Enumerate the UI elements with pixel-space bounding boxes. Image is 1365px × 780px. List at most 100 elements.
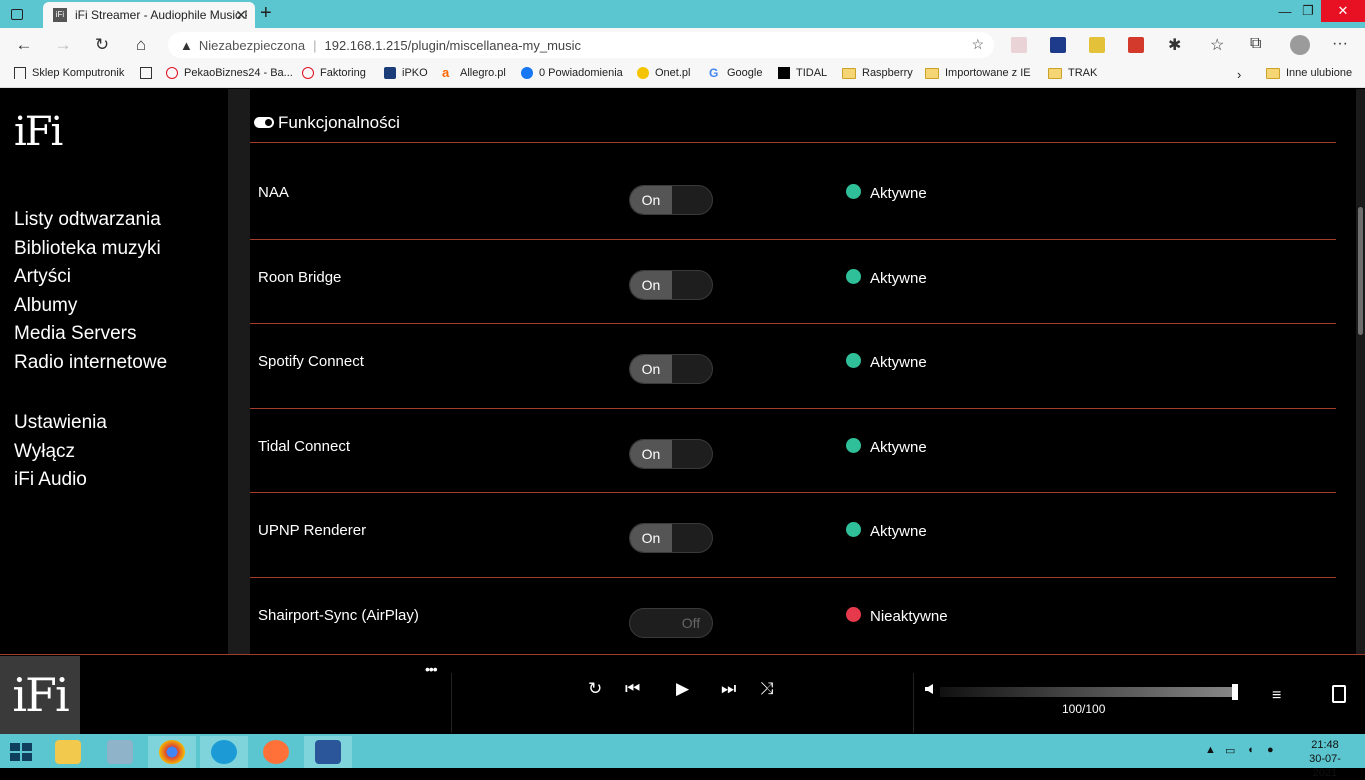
next-track-icon[interactable]: ⏭ bbox=[721, 679, 736, 699]
extension-translate-icon[interactable] bbox=[1050, 37, 1066, 53]
extensions-puzzle-icon[interactable]: ✱ bbox=[1168, 35, 1181, 55]
window-close-icon[interactable]: ✕ bbox=[1321, 0, 1365, 22]
feature-status: Aktywne bbox=[846, 437, 927, 456]
feature-toggle[interactable]: On bbox=[629, 438, 713, 469]
feature-status: Aktywne bbox=[846, 353, 927, 371]
menu-item-albums[interactable]: Albumy bbox=[14, 292, 167, 321]
volume-slider[interactable] bbox=[940, 684, 1238, 700]
menu-item-ifi-audio[interactable]: iFi Audio bbox=[14, 466, 107, 495]
collections-icon[interactable]: ⧉ bbox=[1250, 35, 1261, 53]
library-icon[interactable] bbox=[1332, 685, 1346, 703]
section-header: Funkcjonalności bbox=[250, 107, 1336, 143]
volume-knob[interactable] bbox=[1232, 684, 1238, 700]
toggle-on-label: On bbox=[630, 524, 672, 552]
feature-row: Shairport-Sync (AirPlay) Off Nieaktywne bbox=[250, 578, 1336, 655]
address-bar[interactable]: ▲ Niezabezpieczona | 192.168.1.215/plugi… bbox=[168, 32, 994, 58]
menu-item-shutdown[interactable]: Wyłącz bbox=[14, 438, 107, 467]
bookmark-item[interactable]: iPKO bbox=[384, 67, 428, 79]
status-dot bbox=[846, 606, 861, 622]
word-app-icon[interactable] bbox=[304, 736, 352, 768]
speaker-icon[interactable]: ◖ bbox=[1247, 744, 1254, 756]
clock-date: 30-07-2021 bbox=[1309, 753, 1341, 779]
toggle-icon bbox=[254, 117, 274, 128]
page-icon bbox=[140, 67, 152, 79]
forward-icon[interactable]: → bbox=[53, 35, 73, 55]
feature-name: Roon Bridge bbox=[258, 268, 342, 286]
feature-toggle[interactable]: On bbox=[629, 269, 713, 300]
edge-app-icon[interactable] bbox=[200, 736, 248, 768]
shuffle-icon[interactable]: ⤨ bbox=[760, 679, 774, 699]
window-restore-icon[interactable]: ❐ bbox=[1296, 0, 1320, 22]
network-icon[interactable]: ▭ bbox=[1225, 744, 1235, 757]
bookmark-item[interactable] bbox=[140, 67, 158, 79]
feature-toggle[interactable]: On bbox=[629, 354, 713, 384]
tab-title: iFi Streamer - Audiophile Music P bbox=[75, 8, 247, 22]
feature-toggle[interactable]: On bbox=[629, 185, 713, 215]
url-text: 192.168.1.215/plugin/miscellanea-my_musi… bbox=[324, 37, 582, 53]
album-cover[interactable]: iFi bbox=[0, 656, 80, 735]
status-dot bbox=[846, 184, 861, 199]
extension-pinterest-icon[interactable] bbox=[1128, 37, 1144, 53]
volume-fill bbox=[940, 687, 1238, 697]
bookmark-item[interactable]: Sklep Komputronik bbox=[14, 67, 124, 79]
queue-icon[interactable]: ≡ bbox=[1272, 687, 1281, 705]
bookmark-folder[interactable]: Inne ulubione bbox=[1266, 67, 1352, 79]
menu-item-settings[interactable]: Ustawienia bbox=[14, 409, 107, 438]
feature-toggle[interactable]: On bbox=[629, 523, 713, 553]
more-options-icon[interactable]: ••• bbox=[425, 661, 438, 677]
bookmark-folder[interactable]: Raspberry bbox=[842, 67, 913, 79]
bookmark-folder[interactable]: Importowane z IE bbox=[925, 67, 1031, 79]
repeat-icon[interactable]: ↻ bbox=[588, 679, 602, 699]
menu-item-playlists[interactable]: Listy odtwarzania bbox=[14, 206, 167, 235]
pko-icon bbox=[384, 67, 396, 79]
chrome-app-icon[interactable] bbox=[148, 736, 196, 768]
menu-item-internet-radio[interactable]: Radio internetowe bbox=[14, 349, 167, 378]
bookmark-item[interactable]: PekaoBiznes24 - Ba... bbox=[166, 67, 293, 79]
extension-pdf-icon[interactable] bbox=[1011, 37, 1027, 53]
more-menu-icon[interactable]: ··· bbox=[1332, 35, 1348, 53]
scrollbar-thumb[interactable] bbox=[1358, 207, 1363, 335]
volume-icon[interactable] bbox=[925, 684, 934, 694]
clock-time: 21:48 bbox=[1311, 739, 1339, 751]
menu-item-artists[interactable]: Artyści bbox=[14, 263, 167, 292]
firefox-app-icon[interactable] bbox=[252, 736, 300, 768]
bookmark-item[interactable]: a Allegro.pl bbox=[442, 66, 506, 79]
bookmark-item[interactable]: 0 Powiadomienia bbox=[521, 67, 623, 79]
favorites-icon[interactable]: ☆ bbox=[1210, 35, 1224, 55]
tab-actions-icon[interactable] bbox=[8, 5, 26, 23]
status-text: Aktywne bbox=[870, 438, 927, 456]
secondary-menu: Ustawienia Wyłącz iFi Audio bbox=[14, 409, 107, 495]
profile-avatar[interactable] bbox=[1290, 35, 1310, 55]
play-icon[interactable]: ▶ bbox=[676, 679, 689, 699]
extension-js-icon[interactable] bbox=[1089, 37, 1105, 53]
feature-status: Nieaktywne bbox=[846, 606, 948, 625]
page-scrollbar[interactable] bbox=[1356, 89, 1365, 654]
bookmark-item[interactable]: G Google bbox=[709, 67, 762, 79]
bookmarks-overflow-chevron-icon[interactable]: › bbox=[1237, 67, 1241, 82]
home-icon[interactable]: ⌂ bbox=[131, 35, 151, 55]
ifi-logo[interactable]: iFi bbox=[14, 109, 63, 155]
security-tray-icon[interactable]: ● bbox=[1267, 744, 1274, 756]
menu-item-media-servers[interactable]: Media Servers bbox=[14, 320, 167, 349]
bookmark-item[interactable]: TIDAL bbox=[778, 67, 827, 79]
volume-readout: 100/100 bbox=[1062, 702, 1106, 716]
menu-item-music-library[interactable]: Biblioteka muzyki bbox=[14, 235, 167, 264]
tray-overflow-icon[interactable]: ▲ bbox=[1205, 744, 1216, 756]
file-explorer-app-icon[interactable] bbox=[44, 736, 92, 768]
browser-tab[interactable]: iFi iFi Streamer - Audiophile Music P ✕ bbox=[43, 2, 255, 28]
facebook-icon bbox=[521, 67, 533, 79]
reload-icon[interactable]: ↻ bbox=[92, 35, 112, 55]
tab-close-icon[interactable]: ✕ bbox=[235, 7, 247, 24]
control-panel-app-icon[interactable] bbox=[96, 736, 144, 768]
favorite-star-icon[interactable]: ☆ bbox=[971, 36, 984, 53]
bookmark-item[interactable]: Faktoring bbox=[302, 67, 366, 79]
previous-track-icon[interactable]: ⏮ bbox=[625, 679, 640, 699]
bookmark-item[interactable]: Onet.pl bbox=[637, 67, 690, 79]
new-tab-icon[interactable]: + bbox=[260, 2, 272, 25]
feature-row: UPNP Renderer On Aktywne bbox=[250, 493, 1336, 578]
system-clock[interactable]: 21:48 30-07-2021 bbox=[1300, 738, 1350, 780]
feature-toggle[interactable]: Off bbox=[629, 607, 713, 638]
bookmark-folder[interactable]: TRAK bbox=[1048, 67, 1097, 79]
back-icon[interactable]: ← bbox=[14, 35, 34, 55]
windows-start-icon[interactable] bbox=[10, 743, 32, 761]
